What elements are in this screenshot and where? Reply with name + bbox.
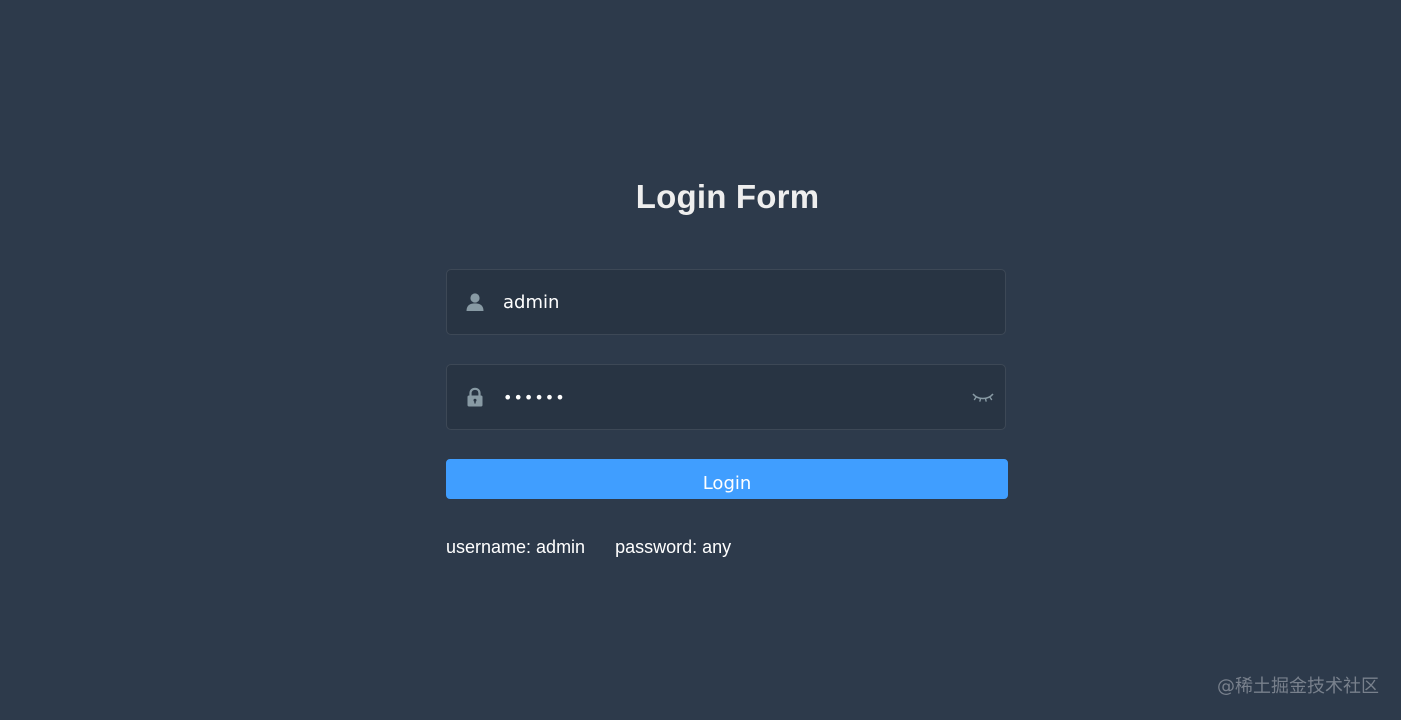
password-field[interactable] [446,364,1006,430]
username-tip: username: admin [446,537,586,557]
login-tips: username: admin password: any [446,537,731,558]
username-input[interactable] [503,270,943,334]
eye-closed-icon[interactable] [971,389,995,407]
page-title: Login Form [635,178,820,215]
lock-icon [465,387,485,407]
password-tip: password: any [615,537,732,557]
username-field[interactable] [446,269,1006,335]
user-icon [465,292,485,312]
login-button[interactable]: Login [446,459,1008,499]
password-input[interactable] [503,365,943,429]
watermark: @稀土掘金技术社区 [1217,676,1379,697]
